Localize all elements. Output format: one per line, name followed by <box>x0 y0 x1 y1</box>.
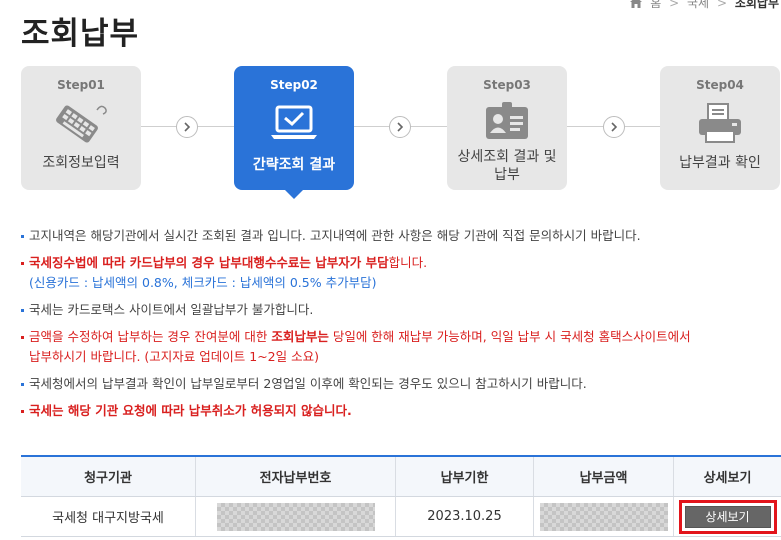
step-number: Step04 <box>696 78 744 92</box>
id-card-icon <box>447 100 567 146</box>
printer-icon <box>660 100 780 146</box>
home-icon[interactable] <box>630 0 643 8</box>
step-label: 상세조회 결과 및 납부 <box>457 149 557 183</box>
step-number: Step02 <box>270 78 318 92</box>
payment-number-cell <box>196 497 396 536</box>
detail-highlight: 상세보기 <box>678 499 777 534</box>
step-2: Step02 간략조회 결과 <box>234 66 354 199</box>
notice-list: 고지내역은 해당기관에서 실시간 조회된 결과 입니다. 고지내역에 관한 사항… <box>21 226 771 428</box>
step-1: Step01 조회정보입력 <box>21 66 141 190</box>
notice-item: 국세징수법에 따라 카드납부의 경우 납부대행수수료는 납부자가 부담합니다. … <box>21 253 771 293</box>
step-number: Step03 <box>483 78 531 92</box>
notice-item: 국세는 카드로택스 사이트에서 일괄납부가 불가합니다. <box>21 300 771 320</box>
notice-text: 하며, 익일 납부 시 국세청 홈택스사이트에서 <box>459 329 691 344</box>
step-label: 조회정보입력 <box>42 155 120 171</box>
step-3: Step03 상세조회 결과 및 납부 <box>447 66 567 190</box>
breadcrumb: 홈 > 국세 > 조회납부 <box>630 0 779 11</box>
notice-item: 고지내역은 해당기관에서 실시간 조회된 결과 입니다. 고지내역에 관한 사항… <box>21 226 771 246</box>
masked-payment-number <box>216 502 375 531</box>
notice-text: 합니다. <box>388 255 428 270</box>
step-label: 납부결과 확인 <box>679 155 761 171</box>
notice-emphasis: 당일에 한해 재납부 가능 <box>328 329 460 344</box>
page-title: 조회납부 <box>21 16 140 52</box>
column-header: 상세보기 <box>703 471 752 486</box>
payment-table: 청구기관 전자납부번호 납부기한 납부금액 상세보기 국세청 대구지방국세 20… <box>21 455 781 537</box>
breadcrumb-separator: > <box>669 0 680 10</box>
notice-item: 국세는 해당 기관 요청에 따라 납부취소가 허용되지 않습니다. <box>21 401 771 421</box>
notice-emphasis: 조회납부는 <box>271 329 329 344</box>
agency-cell: 국세청 대구지방국세 <box>21 497 196 536</box>
notice-text: 국세는 카드로택스 사이트에서 일괄납부가 불가합니다. <box>29 302 314 317</box>
step-number: Step01 <box>57 78 105 92</box>
breadcrumb-separator: > <box>716 0 727 10</box>
step-4: Step04 납부결과 확인 <box>660 66 780 190</box>
breadcrumb-tax[interactable]: 국세 <box>687 0 709 10</box>
notice-subtext: 납부하시기 바랍니다. (고지자료 업데이트 1~2일 소요) <box>29 349 319 364</box>
notice-text: 고지내역은 해당기관에서 실시간 조회된 결과 입니다. 고지내역에 관한 사항… <box>29 228 641 243</box>
notice-emphasis: 국세는 해당 기관 요청에 따라 납부취소가 허용되지 않습니다. <box>29 403 352 418</box>
detail-cell: 상세보기 <box>674 497 781 536</box>
column-header: 납부금액 <box>534 457 674 496</box>
notice-emphasis: 금액을 수정하여 납부하는 경우 잔여분에 대한 <box>29 329 272 344</box>
chevron-right-icon <box>389 116 411 138</box>
column-header: 전자납부번호 <box>196 457 396 496</box>
breadcrumb-current: 조회납부 <box>734 0 779 10</box>
notice-emphasis: 국세징수법에 따라 카드납부의 경우 납부대행수수료는 납부자가 부담 <box>29 255 389 270</box>
detail-view-button[interactable]: 상세보기 <box>684 505 771 528</box>
table-header: 청구기관 전자납부번호 납부기한 납부금액 상세보기 <box>21 457 781 497</box>
notice-item: 금액을 수정하여 납부하는 경우 잔여분에 대한 조회납부는 당일에 한해 재납… <box>21 327 771 367</box>
chevron-right-icon <box>603 116 625 138</box>
breadcrumb-home[interactable]: 홈 <box>650 0 661 10</box>
laptop-check-icon <box>234 100 354 146</box>
masked-amount <box>539 502 668 531</box>
table-row: 국세청 대구지방국세 2023.10.25 상세보기 <box>21 497 781 537</box>
step-progress: Step01 조회정보입력 Step02 간략조회 결과 Step03 상세조회… <box>21 66 781 199</box>
step-label: 간략조회 결과 <box>252 157 336 173</box>
keyboard-icon <box>21 100 141 146</box>
notice-text: 국세청에서의 납부결과 확인이 납부일로부터 2영업일 이후에 확인되는 경우도… <box>29 376 587 391</box>
column-header: 청구기관 <box>21 457 196 496</box>
notice-subtext: (신용카드 : 납세액의 0.8%, 체크카드 : 납세액의 0.5% 추가부담… <box>29 275 377 290</box>
notice-item: 국세청에서의 납부결과 확인이 납부일로부터 2영업일 이후에 확인되는 경우도… <box>21 374 771 394</box>
chevron-right-icon <box>176 116 198 138</box>
due-date-cell: 2023.10.25 <box>396 497 534 536</box>
column-header: 납부기한 <box>396 457 534 496</box>
amount-cell <box>534 497 674 536</box>
